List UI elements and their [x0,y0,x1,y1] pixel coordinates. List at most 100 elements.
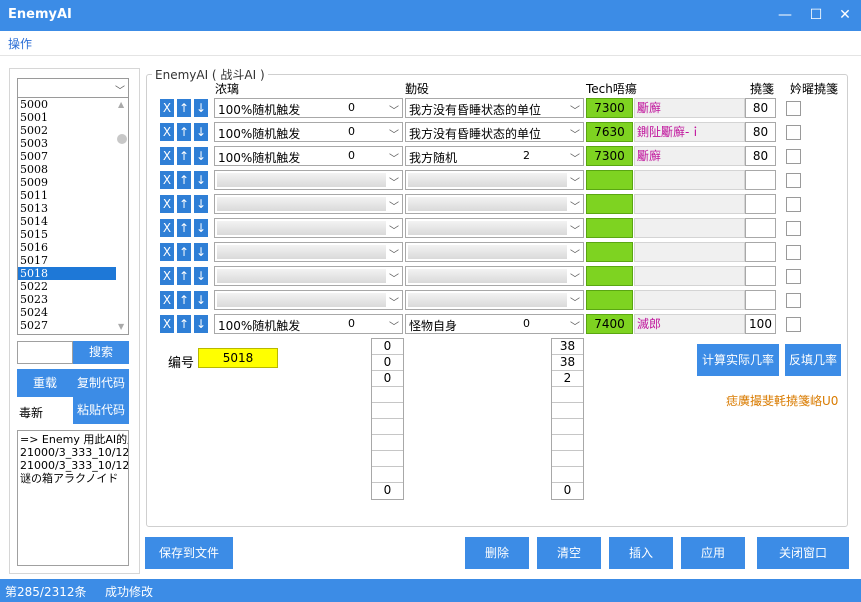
row-delete-button[interactable]: X [160,291,174,309]
trigger-combo[interactable]: ﹀ [214,194,403,214]
trigger-combo[interactable]: 100%随机触发 0 ﹀ [214,146,403,166]
scroll-thumb[interactable] [117,134,127,144]
list-item[interactable]: 5024 [18,306,116,319]
condition-combo[interactable]: 我方没有昏睡状态的单位 ﹀ [405,122,584,142]
stack-cell[interactable]: 0 [552,483,583,499]
tech-id-field[interactable]: 7400 [586,314,633,334]
trigger-combo[interactable]: 100%随机触发 0 ﹀ [214,314,403,334]
row-down-button[interactable]: ↓ [194,219,208,237]
trigger-combo[interactable]: ﹀ [214,242,403,262]
row-delete-button[interactable]: X [160,219,174,237]
stack-cell[interactable]: 38 [552,339,583,355]
row-up-button[interactable]: ↑ [177,291,191,309]
row-delete-button[interactable]: X [160,123,174,141]
stack-cell[interactable] [372,435,403,451]
row-delete-button[interactable]: X [160,267,174,285]
list-item[interactable]: 5001 [18,111,116,124]
row-down-button[interactable]: ↓ [194,291,208,309]
row-down-button[interactable]: ↓ [194,147,208,165]
row-up-button[interactable]: ↑ [177,267,191,285]
probability-field[interactable]: 100 [745,314,776,334]
list-item[interactable]: 5018 [18,267,116,280]
flag-checkbox[interactable] [786,173,801,188]
list-item[interactable]: 5015 [18,228,116,241]
stack-cell[interactable] [552,435,583,451]
list-item[interactable]: 5011 [18,189,116,202]
flag-checkbox[interactable] [786,317,801,332]
probability-field[interactable] [745,242,776,262]
flag-checkbox[interactable] [786,269,801,284]
condition-combo[interactable]: ﹀ [405,218,584,238]
list-item[interactable]: 5007 [18,150,116,163]
flag-checkbox[interactable] [786,245,801,260]
tech-id-field[interactable] [586,218,633,238]
filter-combo[interactable]: ﹀ [17,78,129,98]
row-delete-button[interactable]: X [160,99,174,117]
reverse-fill-button[interactable]: 反填几率 [785,344,841,376]
list-item[interactable]: 5014 [18,215,116,228]
row-up-button[interactable]: ↑ [177,195,191,213]
row-down-button[interactable]: ↓ [194,123,208,141]
row-delete-button[interactable]: X [160,315,174,333]
stack-cell[interactable] [552,387,583,403]
minimize-button[interactable]: — [774,4,796,26]
condition-combo[interactable]: ﹀ [405,266,584,286]
id-field[interactable]: 5018 [198,348,278,368]
list-item[interactable]: 5022 [18,280,116,293]
probability-field[interactable] [745,194,776,214]
row-up-button[interactable]: ↑ [177,171,191,189]
probability-field[interactable] [745,218,776,238]
trigger-combo[interactable]: ﹀ [214,290,403,310]
tech-id-field[interactable]: 7300 [586,146,633,166]
trigger-combo[interactable]: 100%随机触发 0 ﹀ [214,122,403,142]
row-delete-button[interactable]: X [160,243,174,261]
list-item[interactable]: 5023 [18,293,116,306]
condition-combo[interactable]: ﹀ [405,290,584,310]
row-up-button[interactable]: ↑ [177,243,191,261]
maximize-button[interactable]: ☐ [805,4,827,26]
flag-checkbox[interactable] [786,293,801,308]
stack-cell[interactable] [552,451,583,467]
flag-checkbox[interactable] [786,149,801,164]
stack-cell[interactable] [372,403,403,419]
calc-probability-button[interactable]: 计算实际几率 [697,344,779,376]
clear-button[interactable]: 清空 [537,537,601,569]
stack-cell[interactable] [372,387,403,403]
row-down-button[interactable]: ↓ [194,195,208,213]
row-down-button[interactable]: ↓ [194,243,208,261]
close-window-button[interactable]: ✕ [834,4,856,26]
stack-cell[interactable] [372,451,403,467]
menu-item-ops[interactable]: 操作 [8,35,32,52]
close-window-text-button[interactable]: 关闭窗口 [757,537,849,569]
apply-button[interactable]: 应用 [681,537,745,569]
list-item[interactable]: 5017 [18,254,116,267]
row-up-button[interactable]: ↑ [177,315,191,333]
tech-id-field[interactable]: 7300 [586,98,633,118]
row-delete-button[interactable]: X [160,171,174,189]
probability-field[interactable] [745,266,776,286]
flag-checkbox[interactable] [786,197,801,212]
scroll-down-icon[interactable]: ▼ [118,322,124,331]
condition-combo[interactable]: 我方随机 2 ﹀ [405,146,584,166]
row-down-button[interactable]: ↓ [194,99,208,117]
tech-id-field[interactable] [586,242,633,262]
list-item[interactable]: 5000 [18,98,116,111]
stack-cell[interactable]: 0 [372,355,403,371]
list-item[interactable]: 5009 [18,176,116,189]
list-item[interactable]: 5027 [18,319,116,332]
trigger-combo[interactable]: ﹀ [214,266,403,286]
flag-checkbox[interactable] [786,101,801,116]
stack-cell[interactable]: 0 [372,371,403,387]
row-up-button[interactable]: ↑ [177,99,191,117]
tech-id-field[interactable] [586,170,633,190]
id-list[interactable]: 5000 5001 5002 5003 5007 5008 5009 5011 5013 5014… [17,97,129,335]
row-down-button[interactable]: ↓ [194,171,208,189]
row-down-button[interactable]: ↓ [194,315,208,333]
list-item[interactable]: 5016 [18,241,116,254]
tech-id-field[interactable]: 7630 [586,122,633,142]
stack-cell[interactable]: 2 [552,371,583,387]
trigger-combo[interactable]: ﹀ [214,170,403,190]
probability-field[interactable] [745,170,776,190]
condition-combo[interactable]: ﹀ [405,242,584,262]
trigger-combo[interactable]: ﹀ [214,218,403,238]
